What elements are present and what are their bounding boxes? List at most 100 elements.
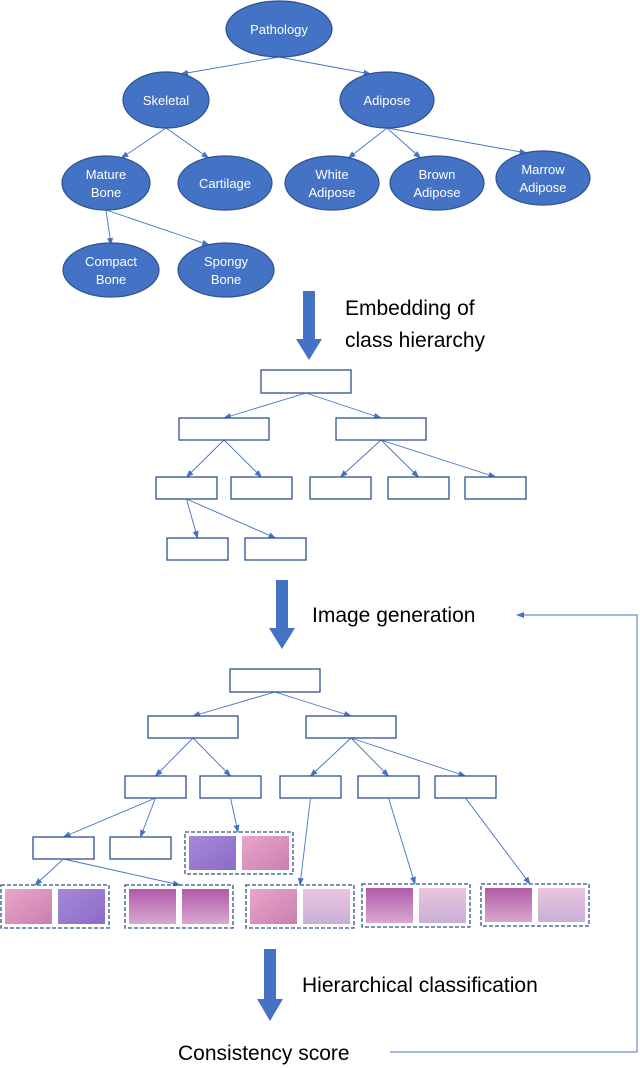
- node-label: Bone: [211, 272, 241, 287]
- tree-edge: [380, 439, 497, 478]
- node-label: Bone: [91, 185, 121, 200]
- node-spongy-bone: Spongy Bone: [177, 242, 275, 298]
- class-embedding-box: [305, 715, 397, 739]
- tree-edge: [192, 691, 276, 717]
- node-cartilage: Cartilage: [177, 155, 273, 211]
- tree-edge: [62, 797, 156, 838]
- embedding-label-line1: Embedding of: [345, 297, 475, 320]
- image-generation-label: Image generation: [312, 604, 475, 627]
- generated-image-pair: [0, 884, 110, 929]
- class-embedding-box: [434, 775, 497, 799]
- node-label: Compact: [85, 254, 137, 269]
- tree-edge: [223, 439, 263, 478]
- histology-image: [5, 889, 52, 924]
- histology-image: [58, 889, 105, 924]
- class-embedding-box: [178, 417, 270, 441]
- class-embedding-box: [244, 537, 307, 561]
- generated-image-pair: [480, 883, 590, 927]
- down-arrow-icon: [257, 949, 283, 1021]
- histology-image: [366, 888, 413, 923]
- class-embedding-box: [166, 537, 229, 561]
- tree-edge: [465, 797, 531, 885]
- histology-image: [538, 888, 585, 922]
- hierarchy-nodes: Pathology Skeletal Adipose Mature Bone Cartil…: [61, 0, 591, 298]
- class-embedding-box: [32, 836, 95, 860]
- node-label: Mature: [86, 167, 126, 182]
- down-arrow-icon: [296, 291, 322, 360]
- generated-tree: [0, 668, 590, 929]
- tree-edge: [230, 797, 240, 833]
- histology-image: [485, 888, 532, 922]
- tree-edge: [309, 737, 352, 777]
- node-label: Adipose: [364, 93, 411, 108]
- tree-edge: [305, 392, 382, 419]
- embedding-tree: [155, 369, 527, 561]
- node-label: Adipose: [309, 185, 356, 200]
- tree-edge: [186, 498, 199, 539]
- tree-edge: [34, 858, 64, 886]
- class-embedding-box: [335, 417, 427, 441]
- node-label: Marrow: [521, 162, 565, 177]
- node-adipose: Adipose: [339, 71, 435, 129]
- class-embedding-box: [124, 775, 187, 799]
- histology-image: [419, 888, 466, 923]
- node-label: White: [315, 167, 348, 182]
- class-embedding-box: [109, 836, 172, 860]
- edge-pathology-skeletal: [180, 56, 280, 76]
- tree-edge: [192, 737, 232, 777]
- tree-edge: [223, 392, 307, 419]
- edge-adipose-white-adipose: [347, 127, 388, 159]
- class-embedding-box: [260, 369, 352, 394]
- edge-adipose-marrow-adipose: [386, 127, 528, 155]
- node-compact-bone: Compact Bone: [62, 242, 160, 298]
- generated-image-pair: [361, 883, 471, 928]
- histology-image: [250, 889, 297, 924]
- tree-edge: [185, 439, 225, 478]
- histology-image: [242, 836, 289, 870]
- node-marrow-adipose: Marrow Adipose: [495, 150, 591, 206]
- generated-image-pair: [245, 884, 355, 929]
- node-white-adipose: White Adipose: [284, 155, 380, 211]
- tree-edge: [380, 439, 420, 478]
- tree-edge: [297, 797, 311, 886]
- hierarchical-classification-label: Hierarchical classification: [302, 974, 538, 997]
- consistency-score-label: Consistency score: [178, 1042, 350, 1065]
- edge-mature-bone-spongy-bone: [105, 209, 211, 246]
- class-embedding-box: [279, 775, 342, 799]
- tree-edge: [154, 737, 194, 777]
- node-label: Brown: [419, 167, 456, 182]
- node-label: Spongy: [204, 254, 249, 269]
- embedding-label-line2: class hierarchy: [345, 329, 486, 352]
- class-embedding-box: [387, 476, 450, 500]
- histology-image: [129, 889, 176, 924]
- class-embedding-box: [155, 476, 218, 500]
- tree-edge: [63, 858, 181, 887]
- node-pathology: Pathology: [225, 0, 333, 58]
- tree-edge: [274, 691, 352, 717]
- node-brown-adipose: Brown Adipose: [389, 155, 485, 211]
- class-embedding-box: [464, 476, 527, 500]
- class-embedding-box: [230, 476, 293, 500]
- generated-image-pair: [184, 831, 294, 875]
- down-arrow-icon: [269, 580, 295, 649]
- tree-edge: [339, 439, 382, 478]
- node-mature-bone: Mature Bone: [61, 155, 151, 211]
- node-label: Pathology: [250, 22, 308, 37]
- edge-skeletal-cartilage: [165, 127, 210, 159]
- class-embedding-box: [309, 476, 372, 500]
- hierarchy-diagram: Pathology Skeletal Adipose Mature Bone Cartil…: [0, 0, 638, 1065]
- class-embedding-box: [229, 668, 321, 693]
- histology-image: [303, 889, 350, 924]
- tree-edge: [350, 737, 390, 777]
- tree-edge: [186, 498, 277, 539]
- class-embedding-box: [199, 775, 262, 799]
- tree-edge: [388, 797, 416, 885]
- node-label: Skeletal: [143, 93, 189, 108]
- edge-mature-bone-compact-bone: [105, 209, 113, 246]
- node-label: Adipose: [414, 185, 461, 200]
- edge-adipose-brown-adipose: [386, 127, 422, 159]
- node-label: Adipose: [520, 180, 567, 195]
- node-label: Cartilage: [199, 176, 251, 191]
- class-embedding-box: [147, 715, 239, 739]
- histology-image: [182, 889, 229, 924]
